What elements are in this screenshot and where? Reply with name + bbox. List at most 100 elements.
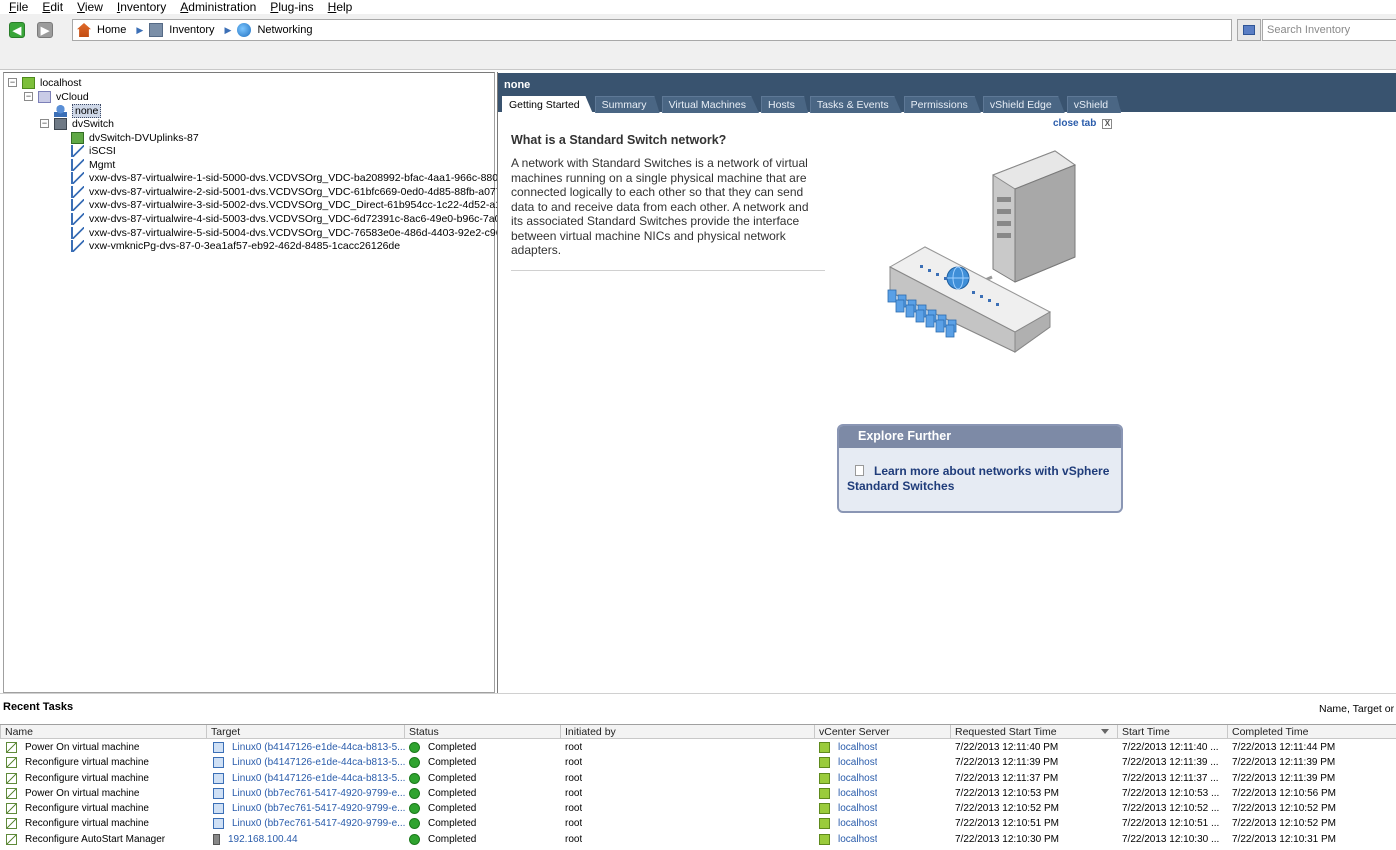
search-input[interactable]: Search Inventory	[1262, 19, 1396, 41]
tree-node-dvswitch[interactable]: − dvSwitch	[40, 117, 114, 130]
menu-help[interactable]: Help	[319, 0, 358, 14]
collapse-icon[interactable]: −	[24, 92, 33, 101]
cell-text: 7/22/2013 12:10:30 PM	[955, 833, 1059, 845]
menu-administration[interactable]: Administration	[171, 0, 261, 14]
cell-text: Linux0 (bb7ec761-5417-4920-9799-e...	[232, 803, 406, 815]
cell-vc[interactable]: localhost	[819, 800, 877, 815]
tree-label: dvSwitch-DVUplinks-87	[89, 131, 199, 144]
collapse-icon[interactable]: −	[8, 78, 17, 87]
tasks-table: Name Target Status Initiated by vCenter …	[0, 724, 1396, 846]
tab-virtual-machines[interactable]: Virtual Machines	[661, 96, 759, 113]
tree-node-portgroup[interactable]: vxw-dvs-87-virtualwire-3-sid-5002-dvs.VC…	[71, 198, 507, 211]
column-header-vcenter[interactable]: vCenter Server	[814, 725, 950, 739]
vcenter-icon	[819, 742, 830, 753]
table-row[interactable]: Reconfigure virtual machine Linux0 (b4147…	[0, 754, 1396, 769]
cell-target[interactable]: Linux0 (b4147126-e1de-44ca-b813-5...	[212, 754, 405, 769]
menu-bar: File Edit View Inventory Administration …	[0, 0, 1396, 14]
table-row[interactable]: Reconfigure virtual machine Linux0 (bb7ec…	[0, 800, 1396, 815]
cell-vc[interactable]: localhost	[819, 785, 877, 800]
tree-node-portgroup[interactable]: Mgmt	[71, 158, 115, 171]
sort-descending-icon	[1101, 729, 1109, 734]
breadcrumb-inventory[interactable]: Inventory	[149, 23, 215, 37]
tree-node-none[interactable]: none	[54, 103, 102, 118]
cell-text: 192.168.100.44	[228, 833, 298, 845]
table-row[interactable]: Power On virtual machine Linux0 (bb7ec761…	[0, 785, 1396, 800]
tab-getting-started[interactable]: Getting Started	[502, 96, 593, 113]
table-row[interactable]: Power On virtual machine Linux0 (b4147126…	[0, 739, 1396, 754]
tab-summary[interactable]: Summary	[594, 96, 660, 113]
column-header-completed-time[interactable]: Completed Time	[1227, 725, 1396, 739]
cell-target[interactable]: Linux0 (bb7ec761-5417-4920-9799-e...	[212, 800, 405, 815]
cell-vc[interactable]: localhost	[819, 831, 877, 846]
table-row[interactable]: Reconfigure AutoStart Manager 192.168.100…	[0, 831, 1396, 846]
close-tab-link[interactable]: close tab X	[1053, 118, 1113, 129]
column-header-initiated-by[interactable]: Initiated by	[560, 725, 814, 739]
column-label: Requested Start Time	[955, 726, 1057, 738]
back-button[interactable]: ◀	[9, 22, 25, 38]
cell-target[interactable]: Linux0 (bb7ec761-5417-4920-9799-e...	[212, 815, 405, 830]
cell-vc[interactable]: localhost	[819, 739, 877, 754]
cell-target[interactable]: Linux0 (b4147126-e1de-44ca-b813-5...	[212, 739, 405, 754]
column-header-start-time[interactable]: Start Time	[1117, 725, 1227, 739]
breadcrumb-home-label: Home	[97, 24, 127, 36]
tree-node-vcloud[interactable]: − vCloud	[24, 90, 89, 103]
cell-name: Reconfigure virtual machine	[6, 770, 149, 785]
portgroup-icon	[71, 239, 84, 252]
tree-node-uplinks[interactable]: dvSwitch-DVUplinks-87	[71, 131, 199, 144]
cell-vc[interactable]: localhost	[819, 754, 877, 769]
table-row[interactable]: Reconfigure virtual machine Linux0 (bb7ec…	[0, 815, 1396, 830]
close-icon[interactable]: X	[1102, 118, 1113, 129]
tree-node-portgroup[interactable]: vxw-vmknicPg-dvs-87-0-3ea1af57-eb92-462d…	[71, 239, 400, 252]
tree-node-portgroup[interactable]: vxw-dvs-87-virtualwire-5-sid-5004-dvs.VC…	[71, 226, 513, 239]
detail-header: none Getting Started Summary Virtual Mac…	[498, 73, 1396, 113]
breadcrumb-home[interactable]: Home	[77, 23, 126, 37]
cell-text: Completed	[428, 833, 477, 845]
tab-vshield[interactable]: vShield	[1066, 96, 1122, 113]
menu-file[interactable]: File	[0, 0, 33, 14]
tab-hosts[interactable]: Hosts	[761, 96, 808, 113]
cell-text: Power On virtual machine	[25, 742, 140, 753]
table-row[interactable]: Reconfigure virtual machine Linux0 (b4147…	[0, 770, 1396, 785]
search-scope-button[interactable]	[1237, 19, 1261, 41]
column-header-name[interactable]: Name	[0, 725, 206, 739]
explore-further-title: Explore Further	[839, 426, 1121, 448]
task-icon	[6, 757, 17, 769]
task-filter-label[interactable]: Name, Target or S	[1319, 703, 1396, 715]
cell-target[interactable]: Linux0 (b4147126-e1de-44ca-b813-5...	[212, 770, 405, 785]
menu-inventory[interactable]: Inventory	[108, 0, 171, 14]
column-header-requested-start[interactable]: Requested Start Time	[950, 725, 1117, 739]
tab-permissions[interactable]: Permissions	[903, 96, 981, 113]
menu-plugins[interactable]: Plug-ins	[261, 0, 318, 14]
forward-button[interactable]: ▶	[37, 22, 53, 38]
portgroup-icon	[71, 185, 84, 198]
tree-node-portgroup[interactable]: vxw-dvs-87-virtualwire-2-sid-5001-dvs.VC…	[71, 185, 507, 198]
tree-node-portgroup[interactable]: iSCSI	[71, 144, 116, 157]
collapse-icon[interactable]: −	[40, 119, 49, 128]
column-header-status[interactable]: Status	[404, 725, 560, 739]
tab-vshield-edge[interactable]: vShield Edge	[982, 96, 1065, 113]
vcenter-icon	[819, 803, 830, 815]
cell-target[interactable]: Linux0 (bb7ec761-5417-4920-9799-e...	[212, 785, 405, 800]
tree-node-portgroup[interactable]: vxw-dvs-87-virtualwire-1-sid-5000-dvs.VC…	[71, 171, 509, 184]
cell-text: root	[565, 818, 583, 830]
cell-name: Reconfigure virtual machine	[6, 815, 149, 830]
column-header-target[interactable]: Target	[206, 725, 404, 739]
cell-text: localhost	[838, 818, 878, 830]
learn-more-link[interactable]: Learn more about networks with vSphere S…	[847, 464, 1117, 494]
tree-node-portgroup[interactable]: vxw-dvs-87-virtualwire-4-sid-5003-dvs.VC…	[71, 212, 509, 225]
cell-done: 7/22/2013 12:10:52 PM	[1232, 815, 1336, 830]
menu-view[interactable]: View	[68, 0, 108, 14]
tree-node-localhost[interactable]: − localhost	[8, 76, 81, 89]
portgroup-icon	[71, 198, 84, 211]
cell-vc[interactable]: localhost	[819, 815, 877, 830]
cell-target[interactable]: 192.168.100.44	[212, 831, 298, 846]
breadcrumb-separator-icon[interactable]: ▶	[136, 25, 143, 36]
menu-edit[interactable]: Edit	[33, 0, 68, 14]
status-completed-icon	[409, 833, 420, 845]
cell-vc[interactable]: localhost	[819, 770, 877, 785]
tab-tasks-events[interactable]: Tasks & Events	[809, 96, 902, 113]
breadcrumb-networking[interactable]: Networking	[237, 23, 312, 37]
cell-text: 7/22/2013 12:11:44 PM	[1232, 742, 1336, 753]
cell-name: Reconfigure virtual machine	[6, 754, 149, 769]
breadcrumb-separator-icon[interactable]: ▶	[225, 25, 232, 36]
